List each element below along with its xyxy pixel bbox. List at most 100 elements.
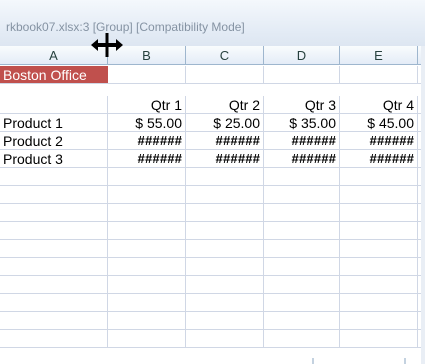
quarter-header[interactable]: Qtr 3 <box>264 96 340 114</box>
sheet-row-empty <box>0 330 425 348</box>
empty-cell[interactable] <box>0 294 108 312</box>
vertical-scrollbar[interactable] <box>421 46 425 364</box>
value-cell[interactable]: $ 45.00 <box>340 114 418 132</box>
excel-window: rkbook07.xlsx:3 [Group] [Compatibility M… <box>0 0 425 364</box>
empty-cell[interactable] <box>186 276 264 294</box>
empty-cell[interactable] <box>340 168 418 186</box>
empty-cell[interactable] <box>186 294 264 312</box>
empty-cell[interactable] <box>340 258 418 276</box>
empty-cell[interactable] <box>186 186 264 204</box>
quarter-header[interactable]: Qtr 4 <box>340 96 418 114</box>
cell-b1[interactable] <box>108 66 186 84</box>
column-resize-cursor-icon <box>91 33 123 57</box>
empty-cell[interactable] <box>186 312 264 330</box>
empty-cell[interactable] <box>0 312 108 330</box>
sheet-row-empty <box>0 222 425 240</box>
empty-cell[interactable] <box>0 222 108 240</box>
column-header-row: A B C D E <box>0 46 425 66</box>
empty-cell[interactable] <box>0 258 108 276</box>
overflow-cell[interactable]: ###### <box>340 132 418 150</box>
empty-cell[interactable] <box>108 240 186 258</box>
sheet-row-4: Product 2 ###### ###### ###### ###### <box>0 132 425 150</box>
empty-cell[interactable] <box>264 240 340 258</box>
quarter-header[interactable]: Qtr 1 <box>108 96 186 114</box>
overflow-cell[interactable]: ###### <box>340 150 418 168</box>
empty-cell[interactable] <box>340 186 418 204</box>
product-name-cell[interactable]: Product 1 <box>0 114 108 132</box>
overflow-cell[interactable]: ###### <box>108 150 186 168</box>
sheet-row-empty <box>0 312 425 330</box>
empty-cell[interactable] <box>264 204 340 222</box>
product-name-cell[interactable]: Product 2 <box>0 132 108 150</box>
title-bar[interactable]: rkbook07.xlsx:3 [Group] [Compatibility M… <box>0 0 425 47</box>
empty-cell[interactable] <box>108 204 186 222</box>
empty-cell[interactable] <box>264 258 340 276</box>
empty-cell[interactable] <box>264 168 340 186</box>
empty-cell[interactable] <box>108 330 186 348</box>
empty-cell[interactable] <box>340 240 418 258</box>
window-title: rkbook07.xlsx:3 [Group] [Compatibility M… <box>6 20 245 34</box>
empty-cell[interactable] <box>264 186 340 204</box>
empty-cell[interactable] <box>186 204 264 222</box>
scroll-tick <box>312 358 314 364</box>
empty-cell[interactable] <box>0 240 108 258</box>
scroll-tick <box>404 358 406 364</box>
empty-cell[interactable] <box>0 330 108 348</box>
empty-cell[interactable] <box>0 276 108 294</box>
cell-e1[interactable] <box>340 66 418 84</box>
value-cell[interactable]: $ 35.00 <box>264 114 340 132</box>
empty-cell[interactable] <box>108 222 186 240</box>
sheet-row-empty <box>0 204 425 222</box>
empty-cell[interactable] <box>264 330 340 348</box>
overflow-cell[interactable]: ###### <box>264 150 340 168</box>
overflow-cell[interactable]: ###### <box>186 150 264 168</box>
column-header-c[interactable]: C <box>186 46 264 65</box>
empty-cell[interactable] <box>186 240 264 258</box>
empty-cell[interactable] <box>340 294 418 312</box>
empty-cell[interactable] <box>340 204 418 222</box>
column-header-d[interactable]: D <box>264 46 340 65</box>
empty-cell[interactable] <box>108 168 186 186</box>
empty-cell[interactable] <box>108 312 186 330</box>
empty-cell[interactable] <box>0 168 108 186</box>
sheet-row-empty <box>0 276 425 294</box>
value-cell[interactable]: $ 25.00 <box>186 114 264 132</box>
empty-cell[interactable] <box>0 204 108 222</box>
cell-a2[interactable] <box>0 96 108 114</box>
worksheet-grid: Boston Office Qtr 1 Qtr 2 Qtr 3 Qtr 4 Pr… <box>0 66 425 364</box>
empty-cell[interactable] <box>264 276 340 294</box>
empty-cell[interactable] <box>340 222 418 240</box>
sheet-row-3: Product 1 $ 55.00 $ 25.00 $ 35.00 $ 45.0… <box>0 114 425 132</box>
empty-cell[interactable] <box>264 312 340 330</box>
sheet-row-5: Product 3 ###### ###### ###### ###### <box>0 150 425 168</box>
cell-d1[interactable] <box>264 66 340 84</box>
sheet-row-empty <box>0 240 425 258</box>
banner-cell[interactable]: Boston Office <box>0 66 108 84</box>
overflow-cell[interactable]: ###### <box>264 132 340 150</box>
empty-cell[interactable] <box>108 276 186 294</box>
quarter-header[interactable]: Qtr 2 <box>186 96 264 114</box>
sheet-row-empty <box>0 294 425 312</box>
sheet-row-2: Qtr 1 Qtr 2 Qtr 3 Qtr 4 <box>0 96 425 114</box>
sheet-row-empty <box>0 258 425 276</box>
empty-cell[interactable] <box>108 294 186 312</box>
empty-cell[interactable] <box>0 186 108 204</box>
value-cell[interactable]: $ 55.00 <box>108 114 186 132</box>
overflow-cell[interactable]: ###### <box>186 132 264 150</box>
sheet-row-empty <box>0 186 425 204</box>
empty-cell[interactable] <box>108 186 186 204</box>
empty-cell[interactable] <box>108 258 186 276</box>
empty-cell[interactable] <box>340 312 418 330</box>
column-header-e[interactable]: E <box>340 46 418 65</box>
empty-cell[interactable] <box>186 330 264 348</box>
empty-cell[interactable] <box>186 168 264 186</box>
empty-cell[interactable] <box>264 294 340 312</box>
empty-cell[interactable] <box>186 258 264 276</box>
product-name-cell[interactable]: Product 3 <box>0 150 108 168</box>
empty-cell[interactable] <box>340 276 418 294</box>
overflow-cell[interactable]: ###### <box>108 132 186 150</box>
empty-cell[interactable] <box>186 222 264 240</box>
empty-cell[interactable] <box>340 330 418 348</box>
cell-c1[interactable] <box>186 66 264 84</box>
empty-cell[interactable] <box>264 222 340 240</box>
